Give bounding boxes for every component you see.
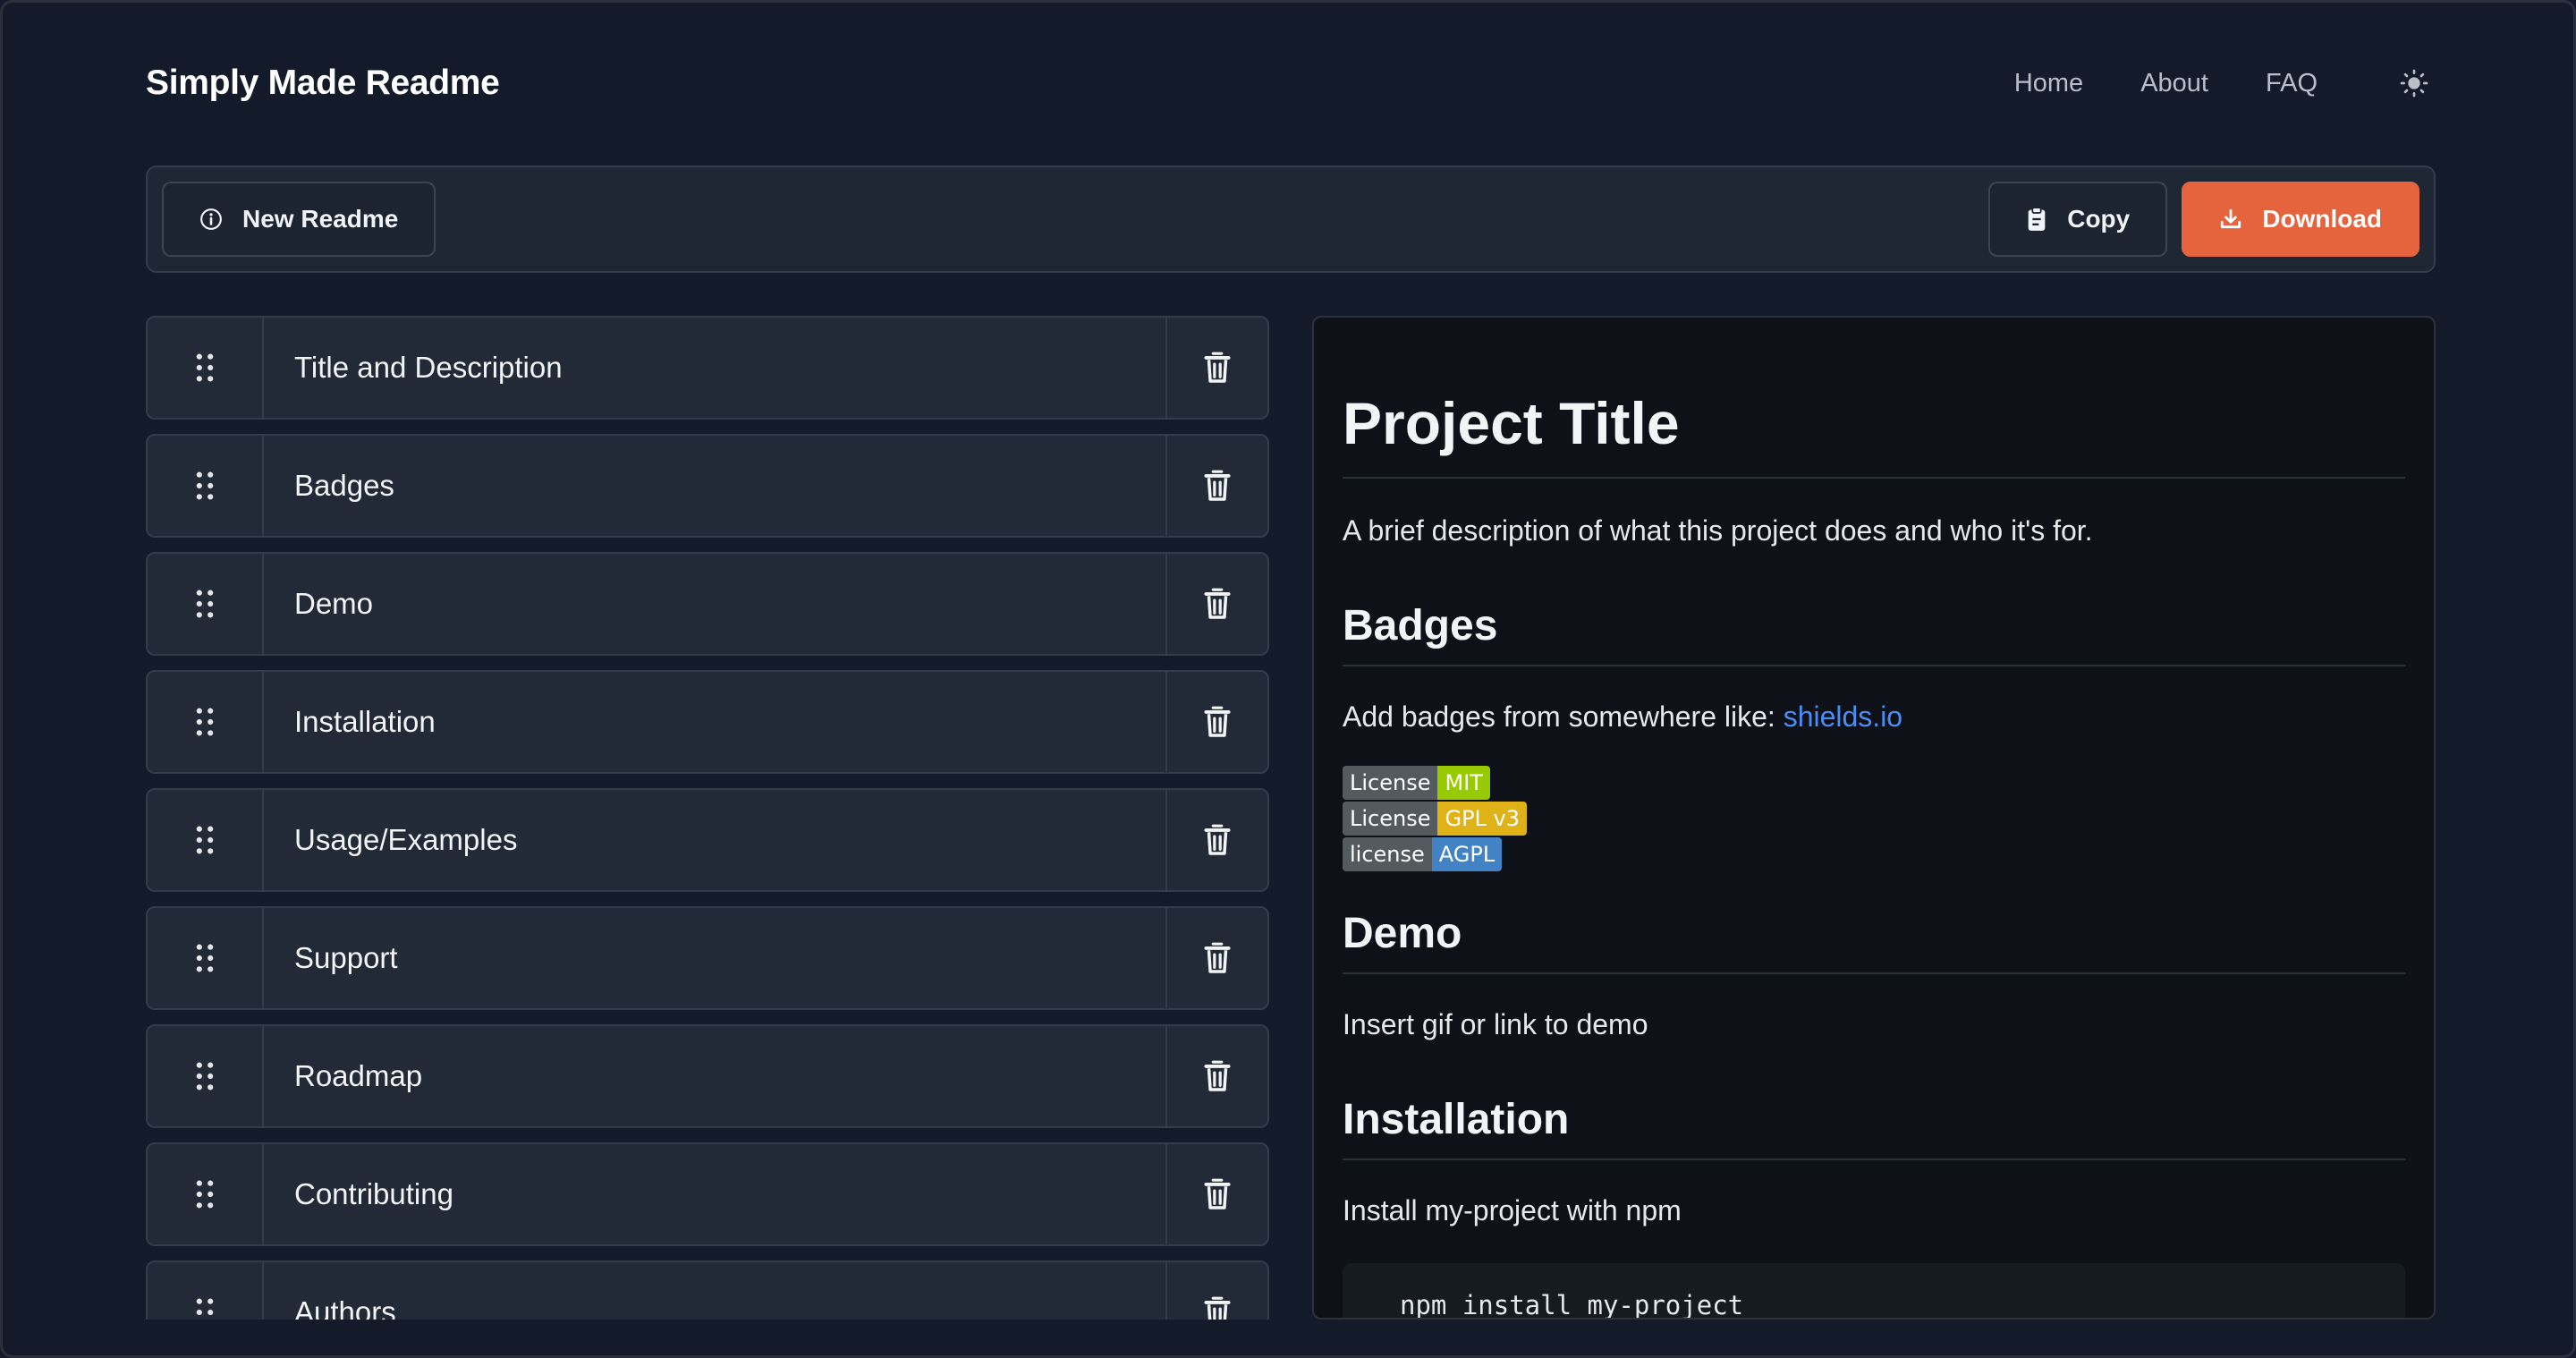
drag-handle-icon[interactable] <box>148 1262 264 1320</box>
license-agpl-badge[interactable]: license AGPL <box>1343 837 2405 871</box>
badge-label: License <box>1343 802 1438 836</box>
trash-icon[interactable] <box>1165 554 1267 654</box>
section-item-label[interactable]: Badges <box>264 436 1165 536</box>
preview-demo-text: Insert gif or link to demo <box>1343 1008 1648 1040</box>
nav-home-link[interactable]: Home <box>2014 69 2083 98</box>
section-item-label[interactable]: Installation <box>264 672 1165 772</box>
section-item[interactable]: Demo <box>146 552 1269 656</box>
download-button[interactable]: Download <box>2182 182 2419 257</box>
drag-handle-icon[interactable] <box>148 790 264 890</box>
theme-toggle-button[interactable] <box>2393 62 2436 105</box>
drag-handle-icon[interactable] <box>148 1026 264 1126</box>
header: Simply Made Readme Home About FAQ <box>146 56 2436 110</box>
nav-faq-link[interactable]: FAQ <box>2266 69 2318 98</box>
section-item[interactable]: Authors <box>146 1260 1269 1320</box>
new-readme-button[interactable]: New Readme <box>162 182 436 257</box>
badges-text: Add badges from somewhere like: <box>1343 700 1784 733</box>
section-list: Title and Description Badges Demo Installat… <box>146 316 1269 1320</box>
trash-icon[interactable] <box>1165 1026 1267 1126</box>
drag-handle-icon[interactable] <box>148 672 264 772</box>
trash-icon[interactable] <box>1165 1144 1267 1244</box>
sun-icon <box>2400 69 2428 98</box>
drag-handle-icon[interactable] <box>148 436 264 536</box>
nav-about-link[interactable]: About <box>2140 69 2208 98</box>
badge-value: AGPL <box>1431 837 1503 871</box>
trash-icon[interactable] <box>1165 672 1267 772</box>
new-readme-label: New Readme <box>242 205 399 233</box>
section-item[interactable]: Usage/Examples <box>146 788 1269 892</box>
section-item-label[interactable]: Roadmap <box>264 1026 1165 1126</box>
app-window: Simply Made Readme Home About FAQ New Re… <box>0 0 2576 1358</box>
section-item-label[interactable]: Authors <box>264 1262 1165 1320</box>
trash-icon[interactable] <box>1165 790 1267 890</box>
drag-handle-icon[interactable] <box>148 1144 264 1244</box>
badge-list: License MIT License GPL v3 license AGPL <box>1343 766 2405 871</box>
preview-installation-heading: Installation <box>1343 1095 2405 1160</box>
preview-badges-text: Add badges from somewhere like: shields.… <box>1343 700 2405 734</box>
download-label: Download <box>2262 205 2382 233</box>
section-item-label[interactable]: Demo <box>264 554 1165 654</box>
info-icon <box>199 208 223 231</box>
preview-description: A brief description of what this project… <box>1343 514 2093 547</box>
readme-preview: Project Title A brief description of wha… <box>1312 316 2436 1320</box>
preview-title: Project Title <box>1343 389 2405 479</box>
main-nav: Home About FAQ <box>1957 62 2436 105</box>
preview-badges-heading: Badges <box>1343 601 2405 666</box>
drag-handle-icon[interactable] <box>148 318 264 418</box>
badge-value: MIT <box>1437 766 1490 800</box>
license-gpl-badge[interactable]: License GPL v3 <box>1343 802 2405 836</box>
trash-icon[interactable] <box>1165 318 1267 418</box>
section-item[interactable]: Title and Description <box>146 316 1269 420</box>
section-item-label[interactable]: Title and Description <box>264 318 1165 418</box>
toolbar: New Readme Copy Download <box>146 166 2436 273</box>
section-item[interactable]: Badges <box>146 434 1269 538</box>
shields-io-link[interactable]: shields.io <box>1784 700 1902 733</box>
copy-button[interactable]: Copy <box>1988 182 2168 257</box>
section-item[interactable]: Support <box>146 906 1269 1010</box>
drag-handle-icon[interactable] <box>148 908 264 1008</box>
install-code: npm install my-project <box>1400 1290 1744 1320</box>
section-item[interactable]: Installation <box>146 670 1269 774</box>
brand-title[interactable]: Simply Made Readme <box>146 64 500 103</box>
section-item-label[interactable]: Contributing <box>264 1144 1165 1244</box>
badge-value: GPL v3 <box>1437 802 1528 836</box>
preview-demo-heading: Demo <box>1343 909 2405 974</box>
copy-label: Copy <box>2067 205 2131 233</box>
badge-label: License <box>1343 766 1438 800</box>
badge-label: license <box>1343 837 1432 871</box>
preview-install-text: Install my-project with npm <box>1343 1194 1682 1226</box>
section-item[interactable]: Contributing <box>146 1142 1269 1246</box>
trash-icon[interactable] <box>1165 908 1267 1008</box>
trash-icon[interactable] <box>1165 436 1267 536</box>
trash-icon[interactable] <box>1165 1262 1267 1320</box>
install-code-block: npm install my-project <box>1343 1263 2405 1320</box>
license-mit-badge[interactable]: License MIT <box>1343 766 2405 800</box>
section-item[interactable]: Roadmap <box>146 1024 1269 1128</box>
section-item-label[interactable]: Usage/Examples <box>264 790 1165 890</box>
section-item-label[interactable]: Support <box>264 908 1165 1008</box>
download-icon <box>2219 208 2242 231</box>
clipboard-icon <box>2026 207 2047 232</box>
drag-handle-icon[interactable] <box>148 554 264 654</box>
